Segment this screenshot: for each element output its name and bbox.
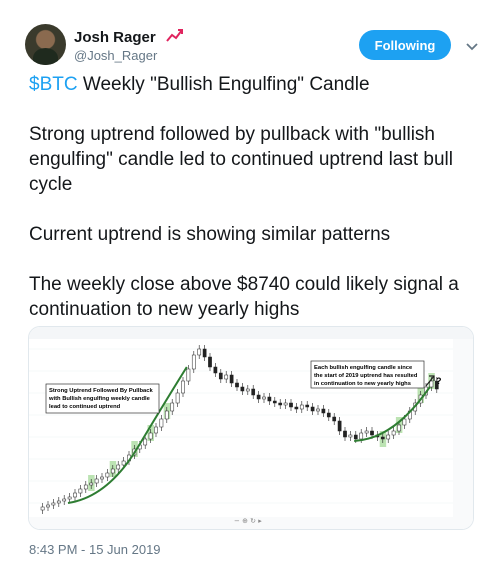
candle [359,432,364,440]
candle [332,416,337,422]
candle [197,348,202,356]
candle [170,402,175,412]
candle [283,402,288,406]
candle [121,460,126,466]
cashtag-link[interactable]: $BTC [29,74,78,95]
annotation-right: Each bullish engulfing candle since the … [310,360,425,389]
candle [321,408,326,414]
annotation-left-line-2: with Bullish engulfing weekly candle [48,396,151,402]
author-handle[interactable]: @Josh_Rager [74,48,157,63]
chart-image[interactable]: Strong Uptrend Followed By Pullback with… [28,326,474,530]
btc-chart-svg: Strong Uptrend Followed By Pullback with… [29,327,473,529]
candle [370,430,374,436]
candle [67,496,72,500]
candle [240,386,245,392]
candle [289,402,293,408]
candle [299,404,304,410]
candle [164,410,169,420]
tweet-text: $BTC Weekly "Bullish Engulfing" Candle S… [29,72,479,347]
candle [208,356,212,368]
candle [364,430,369,434]
candle [191,354,196,370]
candle [105,472,110,478]
candle [391,430,396,436]
candle [116,464,121,470]
candle [397,424,401,432]
candle [56,500,61,504]
svg-text:− ⊕ ↻ ▸: − ⊕ ↻ ▸ [234,517,262,525]
candle [305,404,310,408]
annotation-left: Strong Uptrend Followed By Pullback with… [45,383,160,414]
annotation-right-line-1: Each bullish engulfing candle since [314,365,413,371]
author-name[interactable]: Josh Rager [74,29,156,46]
tweet-header: Josh Rager @Josh_Rager Following [25,24,480,74]
chart-toolbar [29,327,473,339]
candle [110,468,115,474]
avatar[interactable] [25,24,66,65]
candle [89,482,94,486]
candle [256,394,261,400]
tweet-line-1-text: Weekly "Bullish Engulfing" Candle [77,74,370,95]
candle [386,434,391,440]
candle [213,366,218,374]
candle [337,420,342,432]
candle [202,348,207,358]
candle [235,382,239,388]
candle [310,406,315,412]
candle [62,498,67,502]
candle [148,432,153,440]
timestamp[interactable]: 8:43 PM - 15 Jun 2019 [29,542,161,557]
candle [73,492,77,498]
tweet-paragraph-4: The weekly close above $8740 could likel… [29,274,459,320]
following-button[interactable]: Following [359,30,451,60]
candle [143,438,148,446]
annotation-right-line-2: the start of 2019 uptrend has resulted [314,373,418,379]
candle [348,434,353,438]
question-mark: ? [436,376,442,386]
chevron-down-icon[interactable] [466,38,478,56]
candle [224,374,229,380]
candle [154,426,158,434]
candle [326,412,331,418]
candle [278,402,283,406]
candle [175,392,180,404]
candle [316,408,320,412]
chart-up-icon [166,28,184,48]
candle [186,368,191,382]
candle [159,418,164,428]
candle [380,436,385,440]
tweet-paragraph-3: Current uptrend is showing similar patte… [29,224,391,245]
candle [245,388,250,392]
annotation-left-line-1: Strong Uptrend Followed By Pullback [49,388,153,394]
candle [100,476,104,480]
chart-nav-controls[interactable]: − ⊕ ↻ ▸ [234,517,262,525]
tweet-paragraph-2: Strong uptrend followed by pullback with… [29,124,453,195]
candle [229,374,234,384]
annotation-left-line-3: lead to continued uptrend [49,404,121,410]
author-name-row[interactable]: Josh Rager [74,28,184,48]
candle [181,380,185,394]
candle [94,478,99,484]
candle [353,434,358,440]
candle [429,380,434,388]
price-axis [453,339,473,517]
candle [40,506,45,511]
candle [218,372,223,380]
candle [343,430,347,438]
tweet-line-1: $BTC Weekly "Bullish Engulfing" Candle [29,72,479,97]
candle [78,488,83,494]
candle [251,388,256,396]
candle [262,396,266,400]
annotation-right-line-3: in continuation to new yearly highs [314,381,411,387]
candle [402,418,407,426]
candle [272,400,277,404]
candle [294,406,299,410]
candle [46,504,50,508]
candle [51,502,56,506]
candle [267,396,272,402]
candle [83,484,88,490]
